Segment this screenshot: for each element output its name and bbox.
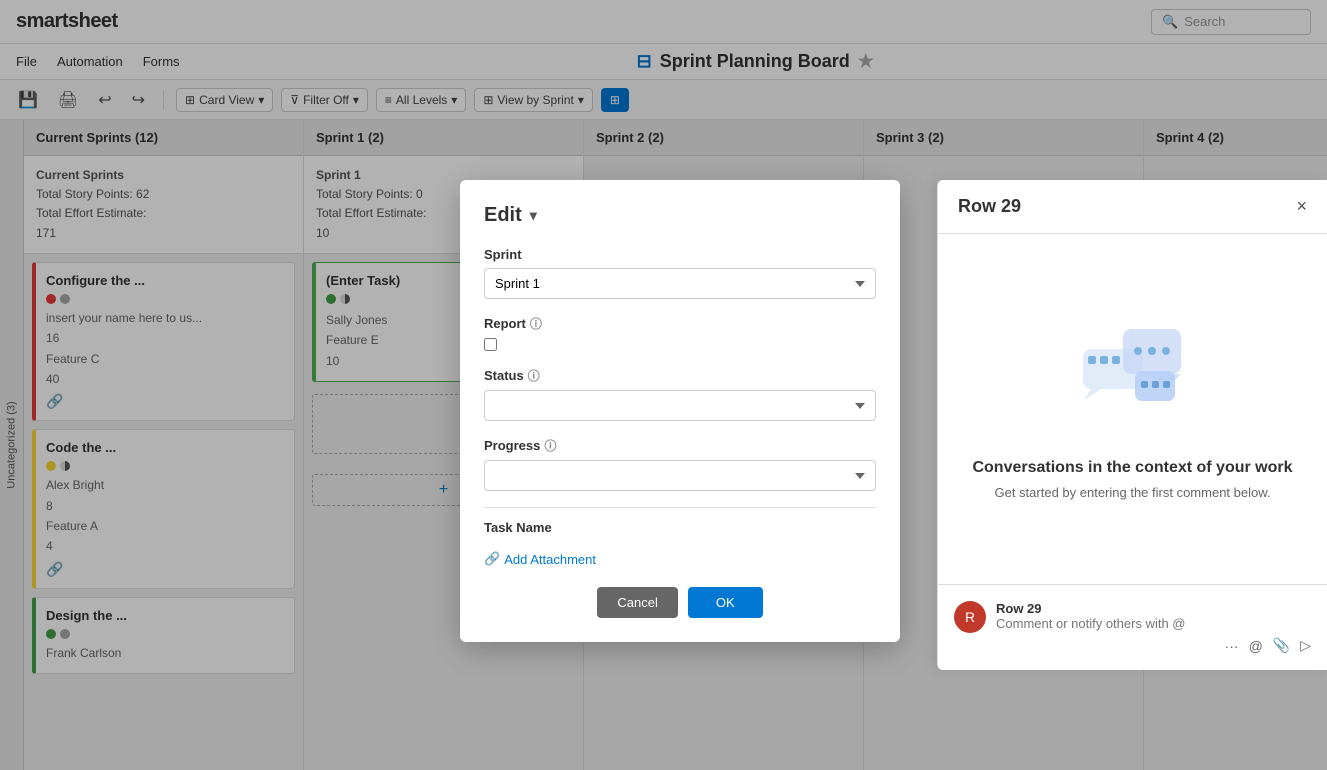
task-name-label: Task Name [484,520,876,535]
status-select[interactable] [484,390,876,421]
row-panel-header: Row 29 × [938,180,1327,234]
comment-ellipsis-btn[interactable]: ··· [1225,637,1239,654]
cancel-button[interactable]: Cancel [597,587,677,618]
comment-at-btn[interactable]: @ [1249,637,1263,654]
row-panel-comment-area: R Row 29 ··· @ 📎 ▷ [938,584,1327,670]
attachment-area: 🔗 Add Attachment [484,551,876,567]
report-label: Report ⓘ [484,315,876,332]
modal-title: Edit ▾ [484,204,876,227]
row-panel-body: Conversations in the context of your wor… [938,234,1327,584]
attachment-label: Add Attachment [504,552,596,567]
report-checkbox-wrapper [484,338,876,351]
sprint-select[interactable]: Sprint 1 Sprint 2 Sprint 3 Sprint 4 [484,268,876,299]
edit-modal: Edit ▾ Sprint Sprint 1 Sprint 2 Sprint 3… [460,180,900,642]
row-panel-title: Row 29 [958,196,1021,217]
modal-actions: Cancel OK [484,587,876,618]
sprint-group: Sprint Sprint 1 Sprint 2 Sprint 3 Sprint… [484,247,876,299]
status-info-icon: ⓘ [528,367,540,384]
row-panel-close[interactable]: × [1296,196,1307,217]
comment-send-btn[interactable]: ▷ [1300,637,1311,654]
sprint-label: Sprint [484,247,876,262]
convo-subtitle: Get started by entering the first commen… [994,485,1270,500]
progress-info-icon: ⓘ [544,437,556,454]
ok-button[interactable]: OK [688,587,763,618]
progress-group: Progress ⓘ [484,437,876,491]
convo-title: Conversations in the context of your wor… [972,459,1292,477]
comment-actions: ··· @ 📎 ▷ [996,637,1311,654]
form-divider [484,507,876,508]
status-label: Status ⓘ [484,367,876,384]
task-name-group: Task Name [484,520,876,535]
comment-username: Row 29 [996,601,1311,616]
row-panel: Row 29 × Conversations in the context of… [937,180,1327,670]
user-avatar: R [954,601,986,633]
attachment-icon: 🔗 [484,551,500,567]
report-checkbox[interactable] [484,338,497,351]
comment-attachment-btn[interactable]: 📎 [1273,637,1290,654]
add-attachment-link[interactable]: 🔗 Add Attachment [484,551,876,567]
modal-title-chevron: ▾ [530,207,537,224]
comment-input-area: Row 29 ··· @ 📎 ▷ [996,601,1311,654]
progress-label: Progress ⓘ [484,437,876,454]
modal-title-text: Edit [484,204,522,227]
progress-select[interactable] [484,460,876,491]
status-group: Status ⓘ [484,367,876,421]
comment-input[interactable] [996,616,1311,631]
chat-illustration [1073,319,1193,439]
report-info-icon: ⓘ [530,315,542,332]
report-group: Report ⓘ [484,315,876,351]
